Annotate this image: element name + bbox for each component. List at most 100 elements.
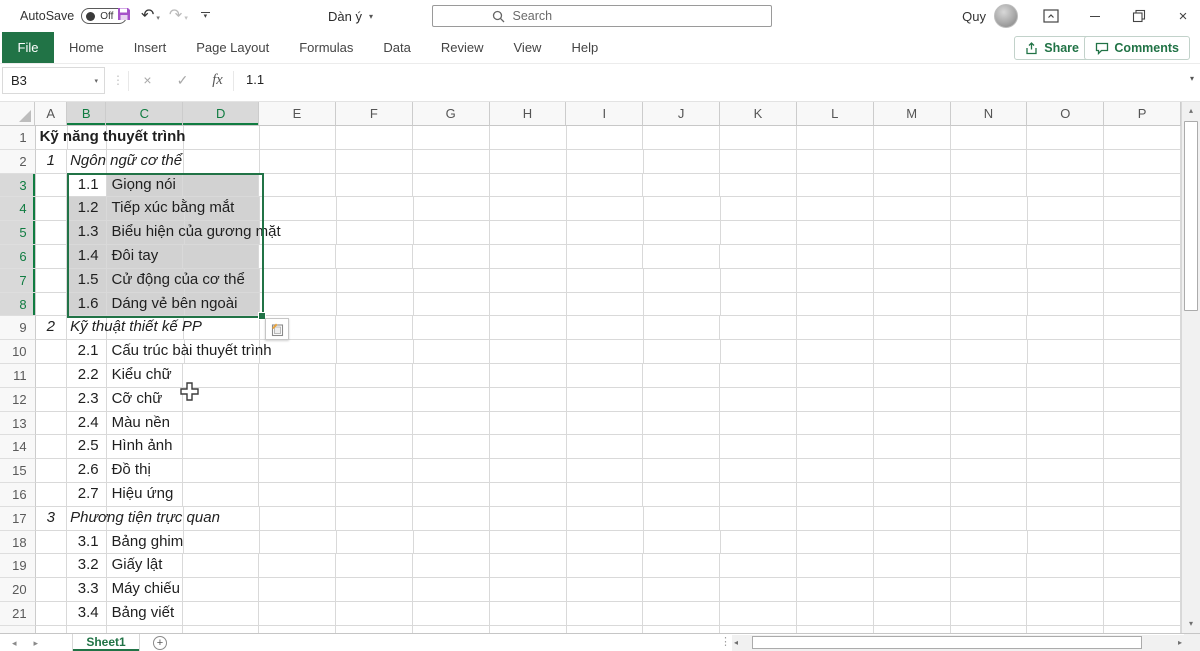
row-header-6[interactable]: 6 xyxy=(0,244,36,269)
cell-e11[interactable] xyxy=(259,363,337,388)
cell-f22[interactable] xyxy=(336,625,413,633)
cell-o11[interactable] xyxy=(1027,363,1105,388)
cell-o15[interactable] xyxy=(1027,459,1105,483)
cell-a3[interactable] xyxy=(35,173,68,198)
cell-b15[interactable]: 2.6 xyxy=(67,459,107,483)
cell-d2[interactable] xyxy=(183,149,260,174)
cell-p22[interactable] xyxy=(1104,625,1181,633)
cell-d19[interactable] xyxy=(183,554,260,579)
comments-button[interactable]: Comments xyxy=(1084,36,1190,60)
column-header-c[interactable]: C xyxy=(106,102,184,126)
cell-o9[interactable] xyxy=(1027,316,1105,341)
cell-n1[interactable] xyxy=(950,126,1028,150)
cell-k18[interactable] xyxy=(720,530,798,555)
column-header-d[interactable]: D xyxy=(183,102,260,126)
cell-i15[interactable] xyxy=(566,459,644,483)
cell-f1[interactable] xyxy=(336,126,414,150)
cell-i3[interactable] xyxy=(566,173,644,198)
row-header-21[interactable]: 21 xyxy=(0,601,36,626)
tab-review[interactable]: Review xyxy=(426,32,499,63)
cell-m15[interactable] xyxy=(873,459,951,483)
cell-a8[interactable] xyxy=(35,292,68,317)
cell-f17[interactable] xyxy=(336,506,414,531)
row-header-5[interactable]: 5 xyxy=(0,221,36,245)
search-input[interactable] xyxy=(512,9,713,23)
cell-l2[interactable] xyxy=(797,149,874,174)
cell-e15[interactable] xyxy=(259,459,337,483)
expand-formula-bar-icon[interactable]: ▾ xyxy=(1190,74,1194,83)
cell-c4[interactable]: Tiếp xúc bằng mắt xyxy=(106,197,234,222)
row-header-1[interactable]: 1 xyxy=(0,126,36,150)
cell-h4[interactable] xyxy=(490,197,568,222)
cell-d21[interactable] xyxy=(183,601,260,626)
tab-splitter-icon[interactable]: ⋮ xyxy=(720,635,731,648)
cell-e13[interactable] xyxy=(259,411,337,436)
cell-i10[interactable] xyxy=(567,340,644,364)
cell-b8[interactable]: 1.6 xyxy=(67,292,107,317)
cell-c6[interactable]: Đôi tay xyxy=(106,244,184,269)
column-header-a[interactable]: A xyxy=(35,102,67,126)
cell-l8[interactable] xyxy=(797,292,875,317)
cell-f11[interactable] xyxy=(336,363,413,388)
cell-k13[interactable] xyxy=(720,411,797,436)
cell-m14[interactable] xyxy=(873,435,951,460)
cell-l20[interactable] xyxy=(797,578,874,602)
cell-h8[interactable] xyxy=(490,292,568,317)
cell-a17[interactable]: 3 xyxy=(35,506,68,531)
cell-c14[interactable]: Hình ảnh xyxy=(106,435,184,460)
cell-f14[interactable] xyxy=(336,435,413,460)
cell-e21[interactable] xyxy=(259,601,337,626)
cell-a14[interactable] xyxy=(35,435,68,460)
vertical-scrollbar[interactable]: ▴ ▾ xyxy=(1181,102,1200,633)
cell-d12[interactable] xyxy=(183,387,260,412)
tab-data[interactable]: Data xyxy=(368,32,425,63)
cell-i2[interactable] xyxy=(566,149,644,174)
cell-i18[interactable] xyxy=(567,530,644,555)
cell-o3[interactable] xyxy=(1027,173,1105,198)
cell-c22[interactable] xyxy=(107,625,184,633)
cell-g8[interactable] xyxy=(413,292,491,317)
cell-j3[interactable] xyxy=(643,173,721,198)
cell-e16[interactable] xyxy=(259,482,337,507)
cell-c3[interactable]: Giọng nói xyxy=(106,173,184,198)
cell-i12[interactable] xyxy=(566,387,644,412)
cell-j5[interactable] xyxy=(643,221,721,245)
cell-g13[interactable] xyxy=(412,411,490,436)
cell-n13[interactable] xyxy=(950,411,1028,436)
cell-b14[interactable]: 2.5 xyxy=(67,435,107,460)
cell-h5[interactable] xyxy=(490,221,568,245)
cell-b16[interactable]: 2.7 xyxy=(67,482,107,507)
cell-a1[interactable]: Kỹ năng thuyết trình xyxy=(35,126,185,150)
cell-i1[interactable] xyxy=(566,126,644,150)
cell-k17[interactable] xyxy=(720,506,798,531)
cell-o19[interactable] xyxy=(1027,554,1105,579)
cell-o14[interactable] xyxy=(1027,435,1105,460)
cell-m3[interactable] xyxy=(873,173,951,198)
column-header-i[interactable]: I xyxy=(566,102,644,126)
cell-d16[interactable] xyxy=(183,482,260,507)
enter-button[interactable]: ✓ xyxy=(165,67,200,94)
cell-p19[interactable] xyxy=(1104,554,1181,579)
cell-g11[interactable] xyxy=(412,363,490,388)
cell-j1[interactable] xyxy=(643,126,721,150)
undo-dropdown-icon[interactable]: ▾ xyxy=(156,14,160,24)
cell-c13[interactable]: Màu nền xyxy=(106,411,184,436)
cell-g9[interactable] xyxy=(413,316,491,341)
cell-n6[interactable] xyxy=(950,244,1028,269)
cell-m6[interactable] xyxy=(873,244,951,269)
row-header-13[interactable]: 13 xyxy=(0,411,36,436)
cell-i7[interactable] xyxy=(567,268,644,293)
cell-b3[interactable]: 1.1 xyxy=(67,173,107,198)
cancel-button[interactable]: × xyxy=(130,67,165,94)
cell-h6[interactable] xyxy=(489,244,567,269)
cell-g7[interactable] xyxy=(413,268,491,293)
row-header-22[interactable]: 22 xyxy=(0,625,36,633)
cell-p21[interactable] xyxy=(1104,601,1181,626)
cell-p13[interactable] xyxy=(1104,411,1181,436)
cell-g3[interactable] xyxy=(412,173,490,198)
column-header-g[interactable]: G xyxy=(412,102,490,126)
cell-i14[interactable] xyxy=(566,435,644,460)
cell-j18[interactable] xyxy=(643,530,721,555)
cell-k19[interactable] xyxy=(720,554,797,579)
cell-l15[interactable] xyxy=(797,459,874,483)
